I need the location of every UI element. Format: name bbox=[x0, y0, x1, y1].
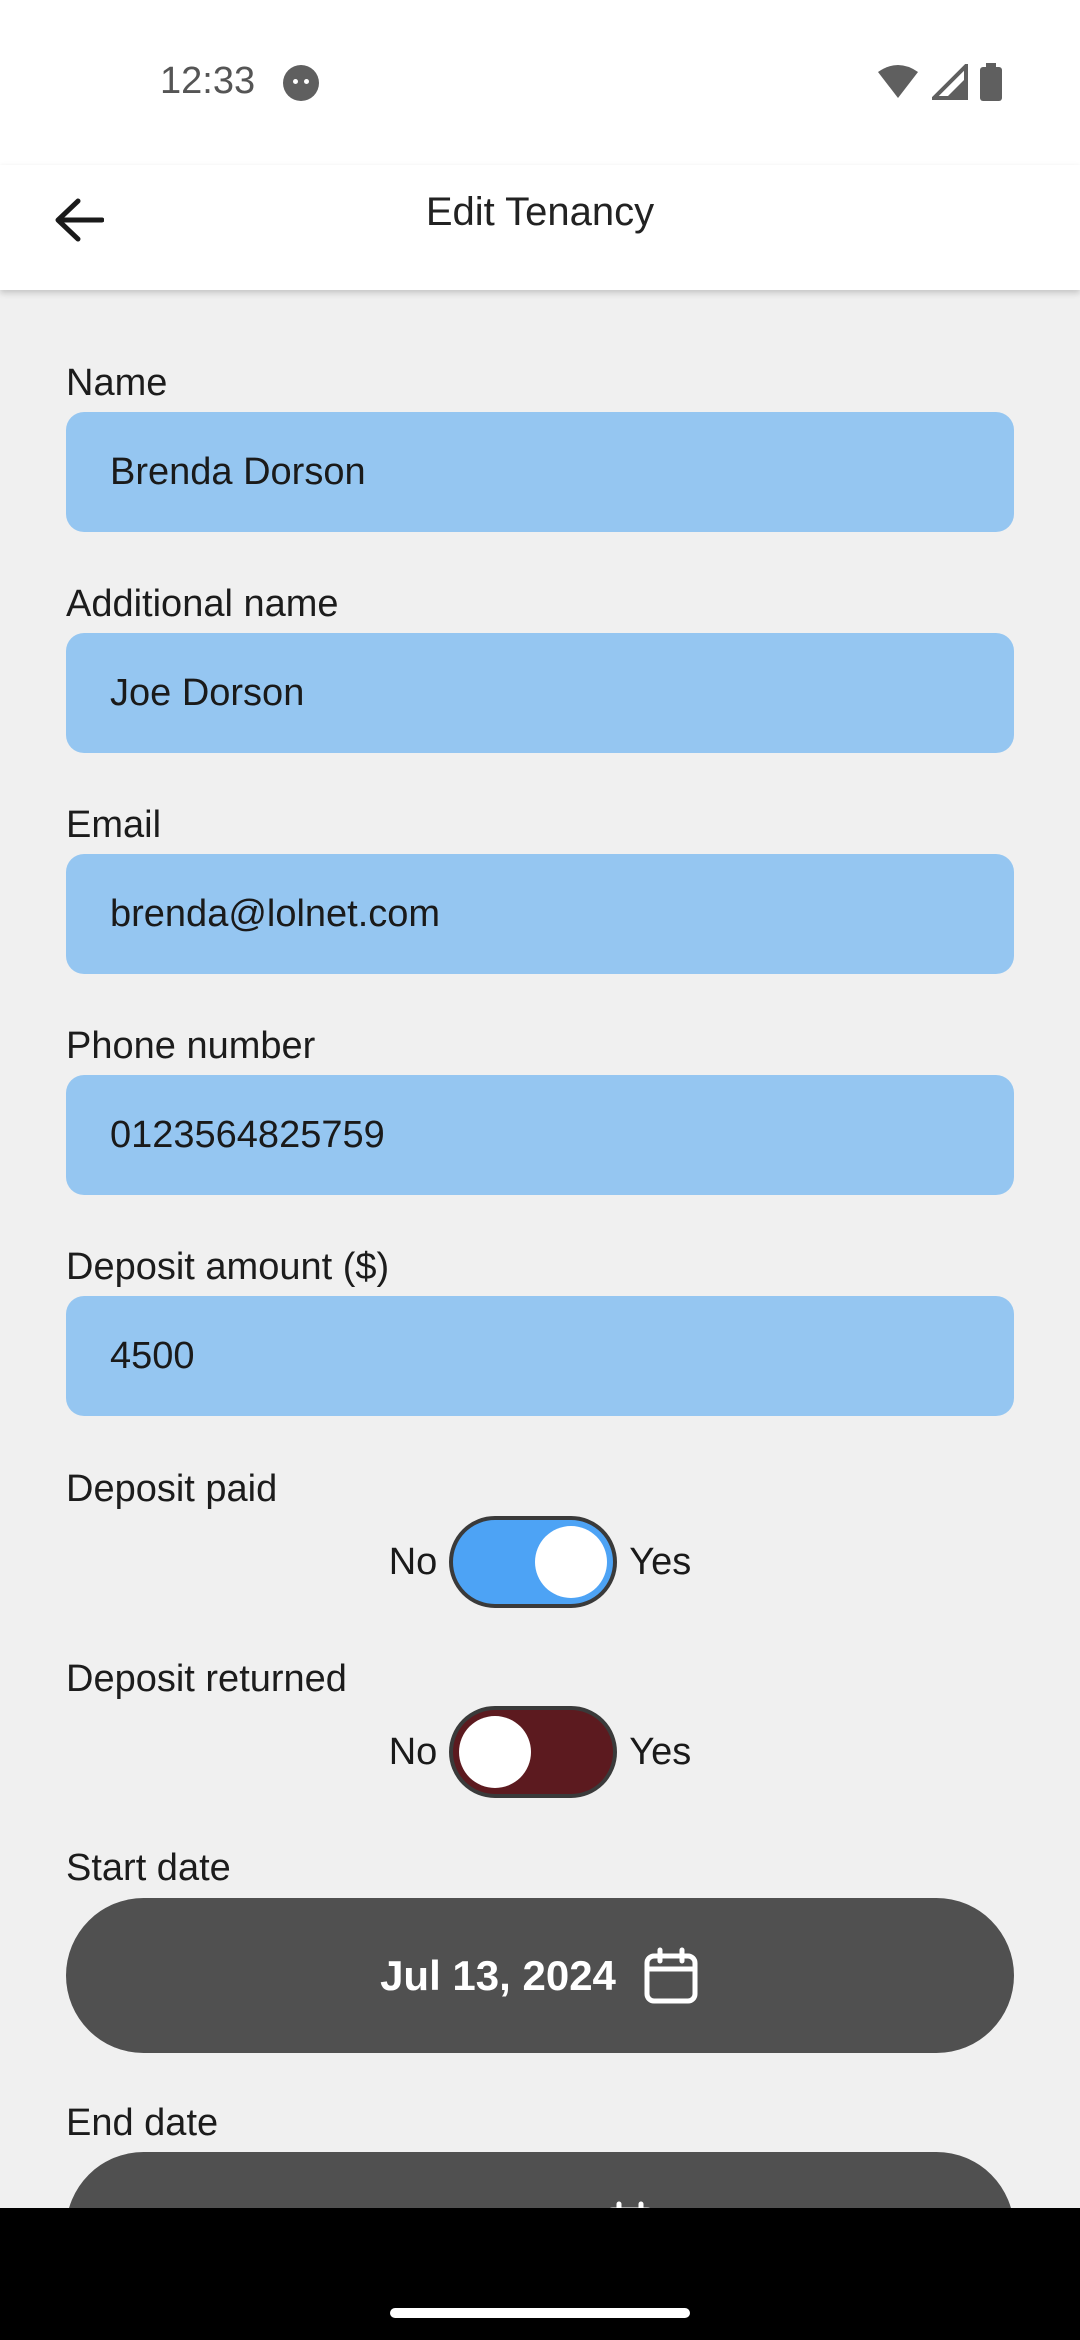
email-label: Email bbox=[66, 804, 162, 846]
deposit-paid-toggle-row: No Yes bbox=[0, 1516, 1080, 1608]
deposit-paid-label: Deposit paid bbox=[66, 1468, 278, 1510]
calendar-icon bbox=[608, 2201, 652, 2208]
deposit-returned-yes-text: Yes bbox=[629, 1730, 692, 1773]
deposit-paid-no-text: No bbox=[388, 1540, 438, 1583]
end-date-label: End date bbox=[66, 2102, 219, 2144]
deposit-returned-label: Deposit returned bbox=[66, 1658, 347, 1700]
status-bar: 12:33 bbox=[0, 0, 1080, 165]
status-time: 12:33 bbox=[160, 60, 256, 102]
deposit-returned-toggle-row: No Yes bbox=[0, 1706, 1080, 1798]
additional-name-label: Additional name bbox=[66, 583, 339, 625]
end-date-button[interactable] bbox=[66, 2152, 1014, 2208]
additional-name-field[interactable]: Joe Dorson bbox=[66, 633, 1014, 753]
start-date-label: Start date bbox=[66, 1847, 231, 1889]
email-field[interactable]: brenda@lolnet.com bbox=[66, 854, 1014, 974]
status-icons bbox=[876, 62, 1002, 102]
home-gesture-pill[interactable] bbox=[390, 2308, 690, 2318]
system-nav-bar bbox=[0, 2208, 1080, 2340]
toggle-knob bbox=[459, 1716, 532, 1788]
deposit-returned-toggle[interactable] bbox=[449, 1706, 618, 1798]
deposit-amount-field[interactable]: 4500 bbox=[66, 1296, 1014, 1416]
phone-field[interactable]: 0123564825759 bbox=[66, 1075, 1014, 1195]
app-bar: Edit Tenancy bbox=[0, 165, 1080, 290]
deposit-paid-toggle[interactable] bbox=[449, 1516, 618, 1608]
deposit-returned-no-text: No bbox=[388, 1730, 438, 1773]
face-icon bbox=[283, 65, 319, 101]
phone-label: Phone number bbox=[66, 1025, 316, 1067]
page-title: Edit Tenancy bbox=[425, 190, 655, 234]
deposit-amount-label: Deposit amount ($) bbox=[66, 1246, 390, 1288]
calendar-icon bbox=[644, 1947, 698, 2003]
toggle-knob bbox=[535, 1526, 608, 1598]
start-date-value: Jul 13, 2024 bbox=[380, 1951, 616, 1999]
signal-icon bbox=[932, 64, 968, 100]
name-field[interactable]: Brenda Dorson bbox=[66, 412, 1014, 532]
tenancy-form: Name Brenda Dorson Additional name Joe D… bbox=[0, 290, 1080, 2208]
start-date-button[interactable]: Jul 13, 2024 bbox=[66, 1898, 1014, 2053]
battery-icon bbox=[980, 63, 1002, 101]
deposit-paid-yes-text: Yes bbox=[629, 1540, 692, 1583]
name-label: Name bbox=[66, 362, 168, 404]
wifi-icon bbox=[878, 65, 918, 98]
